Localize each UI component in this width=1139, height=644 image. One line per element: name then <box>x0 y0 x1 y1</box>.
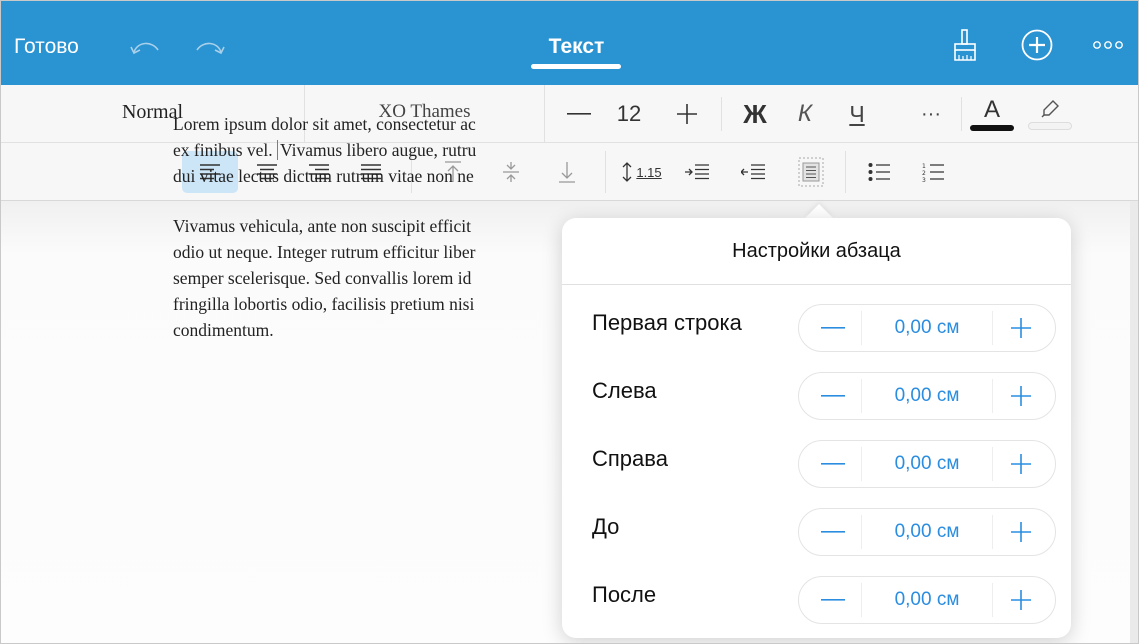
top-bar: Готово Текст <box>1 1 1138 85</box>
plus-icon <box>1011 590 1031 610</box>
setting-label: После <box>592 582 657 607</box>
stepper-value: 0,00 см <box>894 521 960 542</box>
plus-icon <box>1011 522 1031 542</box>
right-indent-stepper: 0,00 см <box>798 440 1056 488</box>
decrement-button[interactable] <box>803 373 863 419</box>
left-indent-stepper: 0,00 см <box>798 372 1056 420</box>
bullet-list-icon <box>868 163 890 181</box>
text-color-swatch <box>970 124 1014 131</box>
font-size-increase-button[interactable] <box>665 85 709 143</box>
add-circle-icon[interactable] <box>1021 29 1053 61</box>
decrement-button[interactable] <box>803 305 863 351</box>
brush-icon[interactable] <box>953 29 977 61</box>
line-spacing-value: 1.15 <box>636 164 662 180</box>
decrement-button[interactable] <box>803 441 863 487</box>
line-spacing-button[interactable]: 1.15 <box>613 152 669 192</box>
space-before-stepper: 0,00 см <box>798 508 1056 556</box>
minus-icon <box>567 113 591 115</box>
minus-icon <box>821 395 845 397</box>
numbered-list-icon: 1 2 3 <box>922 163 944 182</box>
tab-text-label: Текст <box>548 35 605 58</box>
text-line: Vivamus vehicula, ante non suscipit effi… <box>173 216 471 236</box>
app-window: Готово Текст Normal XO Thames 12 Ж К Ч ·… <box>0 0 1139 644</box>
svg-text:1: 1 <box>922 163 926 170</box>
format-toolbar: Normal XO Thames 12 Ж К Ч ··· A <box>1 85 1138 143</box>
text-line: odio ut neque. Integer rutrum efficitur … <box>173 242 476 262</box>
setting-row-first-line: Первая строка 0,00 см <box>562 290 1071 358</box>
text-line: fringilla lobortis odio, facilisis preti… <box>173 294 475 314</box>
increment-button[interactable] <box>991 305 1051 351</box>
first-line-stepper: 0,00 см <box>798 304 1056 352</box>
text-line: dui vitae lectus dictum rutrum vitae non… <box>173 166 474 186</box>
indent-decrease-button[interactable] <box>733 152 773 192</box>
highlight-swatch <box>1028 121 1072 130</box>
line-spacing-icon <box>622 162 632 182</box>
stepper-value: 0,00 см <box>894 453 960 474</box>
indent-decrease-icon <box>741 164 765 180</box>
document-text[interactable]: Lorem ipsum dolor sit amet, consectetur … <box>173 111 568 367</box>
increment-button[interactable] <box>991 373 1051 419</box>
space-after-stepper: 0,00 см <box>798 576 1056 624</box>
setting-row-left: Слева 0,00 см <box>562 358 1071 426</box>
setting-label: Справа <box>592 446 668 471</box>
numbered-list-button[interactable]: 1 2 3 <box>913 152 953 192</box>
text-line: condimentum. <box>173 320 274 340</box>
increment-button[interactable] <box>991 509 1051 555</box>
minus-icon <box>821 599 845 601</box>
popover-title: Настройки абзаца <box>732 240 901 262</box>
stepper-value: 0,00 см <box>894 589 960 610</box>
plus-icon <box>1011 386 1031 406</box>
more-icon[interactable] <box>1089 39 1129 51</box>
popover-divider <box>562 284 1071 285</box>
plus-icon <box>1011 318 1031 338</box>
more-format-button[interactable]: ··· <box>909 85 953 143</box>
text-line: ex finibus vel. <box>173 140 278 160</box>
paragraph-settings-icon <box>798 157 824 187</box>
bullet-list-button[interactable] <box>859 152 899 192</box>
minus-icon <box>821 327 845 329</box>
setting-label: До <box>592 514 620 539</box>
font-size-value: 12 <box>616 101 642 126</box>
tab-active-indicator <box>531 64 621 69</box>
stepper-value: 0,00 см <box>894 385 960 406</box>
setting-row-before: До 0,00 см <box>562 494 1071 562</box>
setting-label: Слева <box>592 378 657 403</box>
text-line: Vivamus libero augue, rutru <box>280 140 477 160</box>
plus-icon <box>1011 454 1031 474</box>
setting-label: Первая строка <box>592 310 742 335</box>
stepper-value: 0,00 см <box>894 317 960 338</box>
text-color-letter: A <box>983 95 1000 123</box>
plus-icon <box>677 104 697 124</box>
paragraph-settings-button[interactable] <box>791 152 831 192</box>
increment-button[interactable] <box>991 577 1051 623</box>
paragraph-toolbar: 1.15 1 2 3 <box>1 143 1138 201</box>
increment-button[interactable] <box>991 441 1051 487</box>
italic-button[interactable]: К <box>785 85 825 143</box>
decrement-button[interactable] <box>803 577 863 623</box>
setting-row-after: После 0,00 см <box>562 562 1071 630</box>
minus-icon <box>821 531 845 533</box>
popover-arrow <box>805 204 833 218</box>
paragraph-settings-popover: Настройки абзаца Первая строка 0,00 см С… <box>562 218 1071 638</box>
text-caret <box>277 140 279 160</box>
underline-button[interactable]: Ч <box>835 85 879 143</box>
paragraph[interactable]: Lorem ipsum dolor sit amet, consectetur … <box>173 111 568 189</box>
bold-button[interactable]: Ж <box>733 85 777 143</box>
text-color-button[interactable]: A <box>967 85 1017 143</box>
scrollbar[interactable] <box>1130 201 1138 643</box>
svg-text:3: 3 <box>922 177 926 182</box>
highlight-button[interactable] <box>1025 85 1075 143</box>
svg-text:2: 2 <box>922 170 926 177</box>
paragraph[interactable]: Vivamus vehicula, ante non suscipit effi… <box>173 213 568 343</box>
indent-increase-icon <box>685 164 709 180</box>
text-line: semper scelerisque. Sed convallis lorem … <box>173 268 472 288</box>
text-line: Lorem ipsum dolor sit amet, consectetur … <box>173 114 476 134</box>
setting-row-right: Справа 0,00 см <box>562 426 1071 494</box>
highlighter-icon <box>1041 99 1059 117</box>
decrement-button[interactable] <box>803 509 863 555</box>
indent-increase-button[interactable] <box>677 152 717 192</box>
minus-icon <box>821 463 845 465</box>
